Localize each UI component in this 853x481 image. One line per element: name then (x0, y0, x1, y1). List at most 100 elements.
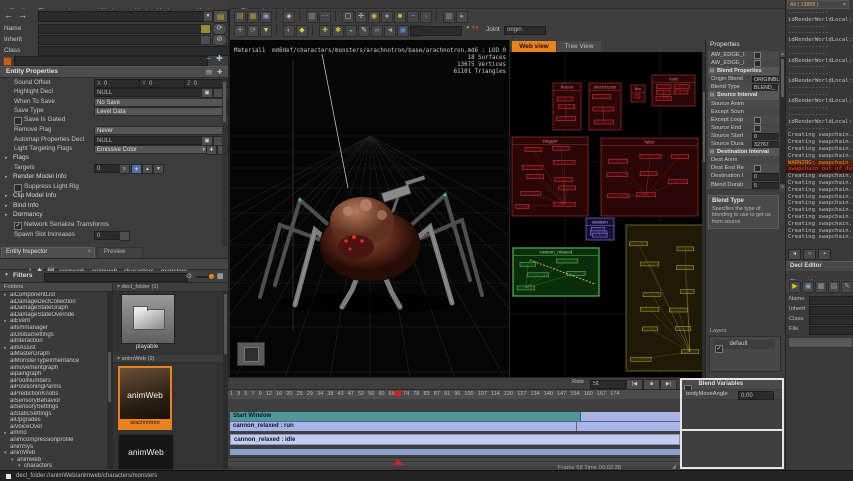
inherit-input[interactable] (38, 35, 204, 45)
frame-tick[interactable]: 56 (368, 390, 374, 399)
layer-checkbox[interactable]: ✓ (715, 345, 723, 353)
tree-item-aiglobalsettings[interactable]: aiGlobalSettings (0, 332, 106, 339)
tab-entity-inspector[interactable]: Entity Inspector × (1, 247, 95, 258)
class-filter-input[interactable] (14, 56, 208, 66)
tree-item-characters[interactable]: ▾characters (0, 463, 106, 469)
graph-canvas[interactable]: freezeelectrocutefiremeltstaggerfalteraw… (510, 52, 706, 378)
highlight-decl-input[interactable]: NULL (94, 88, 204, 97)
dropdown-button[interactable]: ▾ (777, 84, 779, 91)
suppress-light-rig-checkbox[interactable] (14, 184, 22, 192)
graph-node[interactable] (525, 147, 542, 151)
lock-icon[interactable]: ■ (394, 11, 406, 23)
select-tool-icon[interactable]: ◈ (283, 11, 295, 23)
frame-tick[interactable]: 7 (252, 390, 255, 399)
tree-item-aidamagestateoverride[interactable]: aiDamageStateOverride (0, 312, 106, 319)
decl-editor-bar[interactable] (788, 337, 853, 348)
frame-tick[interactable]: 29 (307, 390, 313, 399)
prop-value[interactable]: BLEND_ (752, 84, 779, 91)
edit-icon[interactable]: ✎ (841, 281, 853, 293)
tree-item-animsys[interactable]: animSys (0, 444, 106, 451)
key-icon[interactable]: ✱ (332, 25, 344, 37)
gear-icon[interactable]: ⊙ (186, 272, 192, 280)
save-is-gated-checkbox[interactable] (14, 117, 22, 125)
stepper-button[interactable] (119, 231, 130, 241)
frame-tick[interactable]: 12 (266, 390, 272, 399)
chevron-down-icon[interactable]: ▼ (4, 272, 9, 278)
frame-tick[interactable]: 38 (327, 390, 333, 399)
frame-tick[interactable]: 91 (444, 390, 450, 399)
prop-row-aw-edge-i[interactable]: AW_EDGE_I (708, 51, 779, 59)
y-input[interactable]: Y0 (139, 79, 185, 88)
search-input[interactable] (44, 273, 188, 282)
prop-row-dest-anim[interactable]: Dest Anim (708, 156, 779, 164)
entity-scrollbar[interactable] (222, 78, 227, 246)
close-icon[interactable]: × (843, 2, 846, 8)
new-file-icon[interactable]: ▤ (234, 11, 246, 23)
frame-tick[interactable]: 34 (317, 390, 323, 399)
tree-item-aipoolnumbers[interactable]: aiPoolNumbers (0, 378, 106, 385)
when-to-save-select[interactable]: No Save▼ (94, 98, 228, 107)
tree-item-aipaingraph[interactable]: aipaingraph (0, 371, 106, 378)
frame-tick[interactable]: 60 (378, 390, 384, 399)
world-icon[interactable]: ● (381, 11, 393, 23)
blend-variables-header[interactable]: Blend Variables (682, 380, 782, 389)
tree-item-aiupgrades[interactable]: aiUpgrades (0, 417, 106, 424)
frame-tick[interactable]: 5 (244, 390, 247, 399)
prop-value[interactable]: 0 (752, 173, 779, 180)
grid-view-icon[interactable]: ▦ (217, 272, 224, 280)
folders-header[interactable]: Folders (0, 283, 112, 292)
tree-item-aimassist[interactable]: ▸aimAssist (0, 345, 106, 352)
add-icon[interactable]: ✚ (319, 25, 331, 37)
group-collapse-icon[interactable]: ⊟ (710, 67, 714, 75)
play-icon[interactable]: ▶ (789, 281, 801, 293)
tree-item-aivoiceover[interactable]: aiVoiceOver (0, 424, 106, 431)
frame-tick[interactable]: 127 (517, 390, 526, 399)
no-inherit-icon[interactable]: ⊘ (212, 34, 227, 46)
prop-row-blend-type[interactable]: Blend TypeBLEND_▾ (708, 83, 779, 91)
frame-tick[interactable]: 47 (348, 390, 354, 399)
expand-arrow-icon[interactable]: ▸ (5, 203, 8, 209)
prop-row-source-end[interactable]: Source End (708, 124, 779, 132)
asset-group-header[interactable]: ▾ animWeb (2) (113, 355, 228, 363)
frame-tick[interactable]: 147 (557, 390, 566, 399)
network-serialize-transforms-checkbox[interactable]: ✓ (14, 222, 22, 230)
panel-add-icon[interactable]: ✚ (217, 68, 222, 76)
tree-item-aisensorybehavior[interactable]: aiSensoryBehavior (0, 398, 106, 405)
tree-item-aidamagestategraph[interactable]: aiDamageStateGraph (0, 305, 106, 312)
graph-node[interactable] (631, 357, 651, 361)
frame-tick[interactable]: 9 (259, 390, 262, 399)
tree-item-aipredictionknobs[interactable]: aiPredictionKnobs (0, 391, 106, 398)
dest-end-re-checkbox[interactable] (754, 165, 761, 172)
track-start-window[interactable]: Start Window (230, 412, 680, 421)
link-icon[interactable]: ∞ (371, 25, 383, 37)
graph-node[interactable] (527, 273, 548, 277)
frame-tick[interactable]: 107 (478, 390, 487, 399)
track-cannon-idle[interactable]: cannon_relaxed : idle (230, 434, 680, 445)
scrub-handle[interactable] (393, 459, 403, 465)
frame-tick[interactable]: 1 (230, 390, 233, 399)
frame-tick[interactable]: 87 (434, 390, 440, 399)
open-folder-icon[interactable]: ▦ (247, 11, 259, 23)
asset-group-header[interactable]: ▾ decl_folder (1) (113, 283, 228, 292)
group-collapse-icon[interactable]: ⊟ (710, 148, 714, 156)
graph-node[interactable] (559, 186, 576, 190)
aw-edge-i-checkbox[interactable] (754, 60, 761, 67)
decl-editor-titlebar[interactable]: Decl Editor (786, 261, 853, 271)
copy-icon[interactable]: ▦ (815, 281, 827, 293)
prop-row-except-soun[interactable]: Except Soun (708, 108, 779, 116)
file-input[interactable] (809, 326, 853, 335)
prop-row-except-loop[interactable]: Except Loop (708, 116, 779, 124)
graph-group-falter[interactable] (601, 138, 698, 216)
frame-tick[interactable]: 120 (504, 390, 513, 399)
console-tab[interactable]: All ( 13858 ) × (787, 0, 849, 9)
aw-edge-i-checkbox[interactable] (754, 52, 761, 59)
viewport-gizmo-thumbnail[interactable] (237, 342, 265, 366)
name-tag-button[interactable] (200, 24, 211, 34)
graph-group-stagger[interactable] (512, 137, 588, 216)
frame-tick[interactable]: 154 (570, 390, 579, 399)
tree-item-aievent[interactable]: ▸aiEvent (0, 318, 106, 325)
frame-tick[interactable]: 167 (597, 390, 606, 399)
entity-path-dropdown-button[interactable]: ▼ (203, 11, 213, 22)
prop-row-blend-durati[interactable]: Blend Durati5 (708, 181, 779, 189)
frame-tick[interactable]: 52 (358, 390, 364, 399)
